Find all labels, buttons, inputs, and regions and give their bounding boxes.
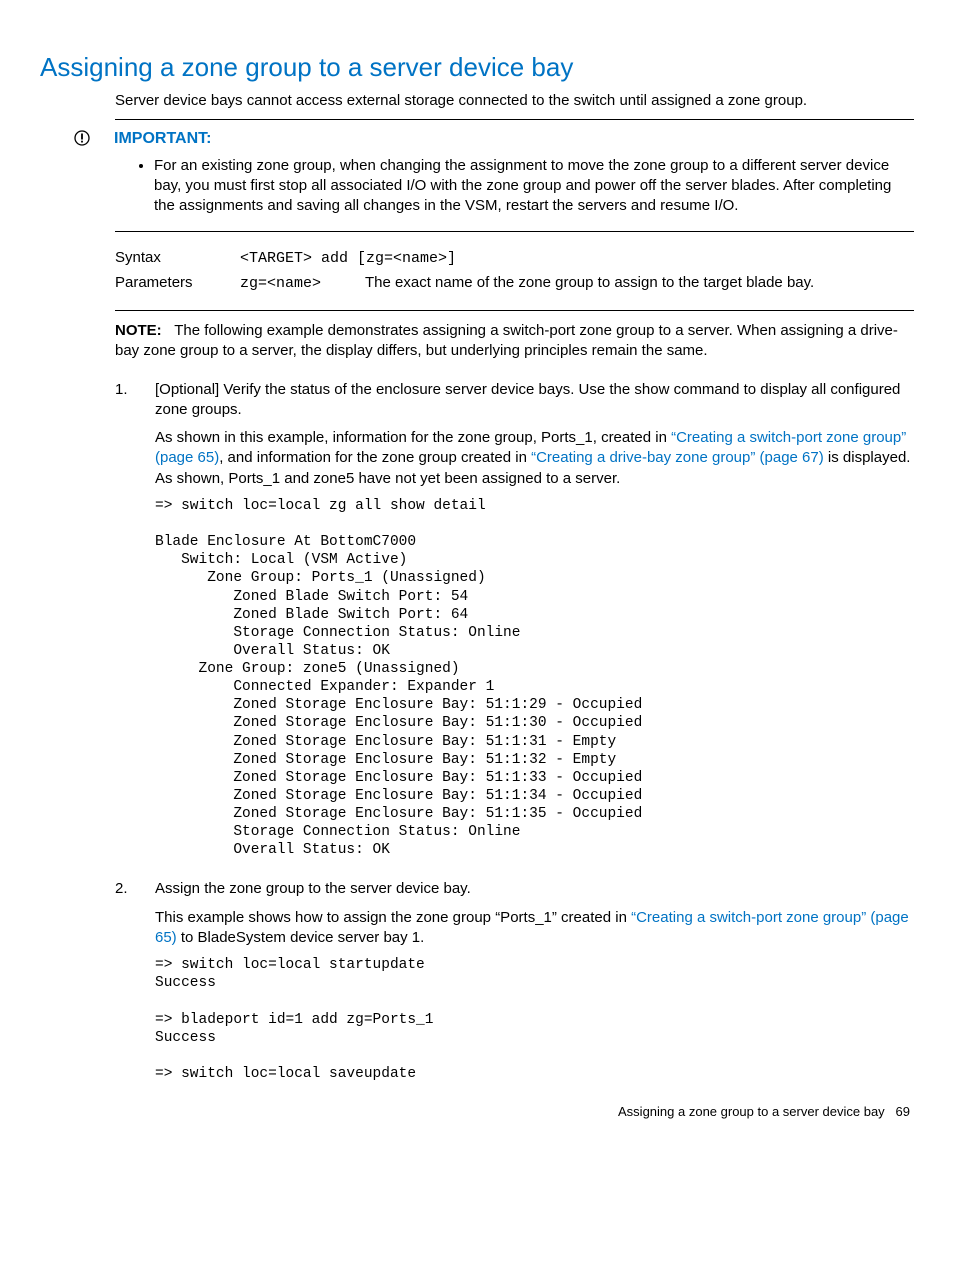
divider bbox=[115, 119, 914, 120]
important-bullet: For an existing zone group, when changin… bbox=[154, 156, 914, 217]
syntax-table: Syntax <TARGET> add [zg=<name>] Paramete… bbox=[115, 246, 824, 297]
divider bbox=[115, 231, 914, 232]
syntax-code: <TARGET> add [zg=<name>] bbox=[240, 250, 456, 267]
step-1-intro: [Optional] Verify the status of the encl… bbox=[155, 380, 914, 421]
page-title: Assigning a zone group to a server devic… bbox=[40, 50, 914, 85]
step-2: Assign the zone group to the server devi… bbox=[115, 879, 914, 1083]
step-2-intro: Assign the zone group to the server devi… bbox=[155, 879, 914, 899]
page-number: 69 bbox=[896, 1104, 910, 1119]
step-1-detail: As shown in this example, information fo… bbox=[155, 428, 914, 489]
note-text: The following example demonstrates assig… bbox=[115, 322, 898, 359]
step-1: [Optional] Verify the status of the encl… bbox=[115, 380, 914, 860]
syntax-label: Syntax bbox=[115, 246, 240, 271]
parameters-label: Parameters bbox=[115, 271, 240, 296]
intro-text: Server device bays cannot access externa… bbox=[115, 91, 914, 111]
link-drive-bay-zone-group[interactable]: “Creating a drive-bay zone group” (page … bbox=[531, 449, 824, 466]
important-icon bbox=[74, 130, 90, 152]
divider bbox=[115, 310, 914, 311]
note-label: NOTE: bbox=[115, 322, 162, 339]
page-footer: Assigning a zone group to a server devic… bbox=[40, 1103, 910, 1121]
steps-list: [Optional] Verify the status of the encl… bbox=[115, 380, 914, 1083]
param-desc: The exact name of the zone group to assi… bbox=[365, 271, 824, 296]
param-name: zg=<name> bbox=[240, 275, 321, 292]
code-block-2: => switch loc=local startupdate Success … bbox=[155, 956, 914, 1083]
step-2-detail: This example shows how to assign the zon… bbox=[155, 908, 914, 949]
important-block: IMPORTANT: For an existing zone group, w… bbox=[74, 128, 914, 220]
note-block: NOTE: The following example demonstrates… bbox=[115, 321, 914, 362]
footer-text: Assigning a zone group to a server devic… bbox=[618, 1104, 885, 1119]
code-block-1: => switch loc=local zg all show detail B… bbox=[155, 497, 914, 860]
important-label: IMPORTANT: bbox=[114, 128, 914, 150]
